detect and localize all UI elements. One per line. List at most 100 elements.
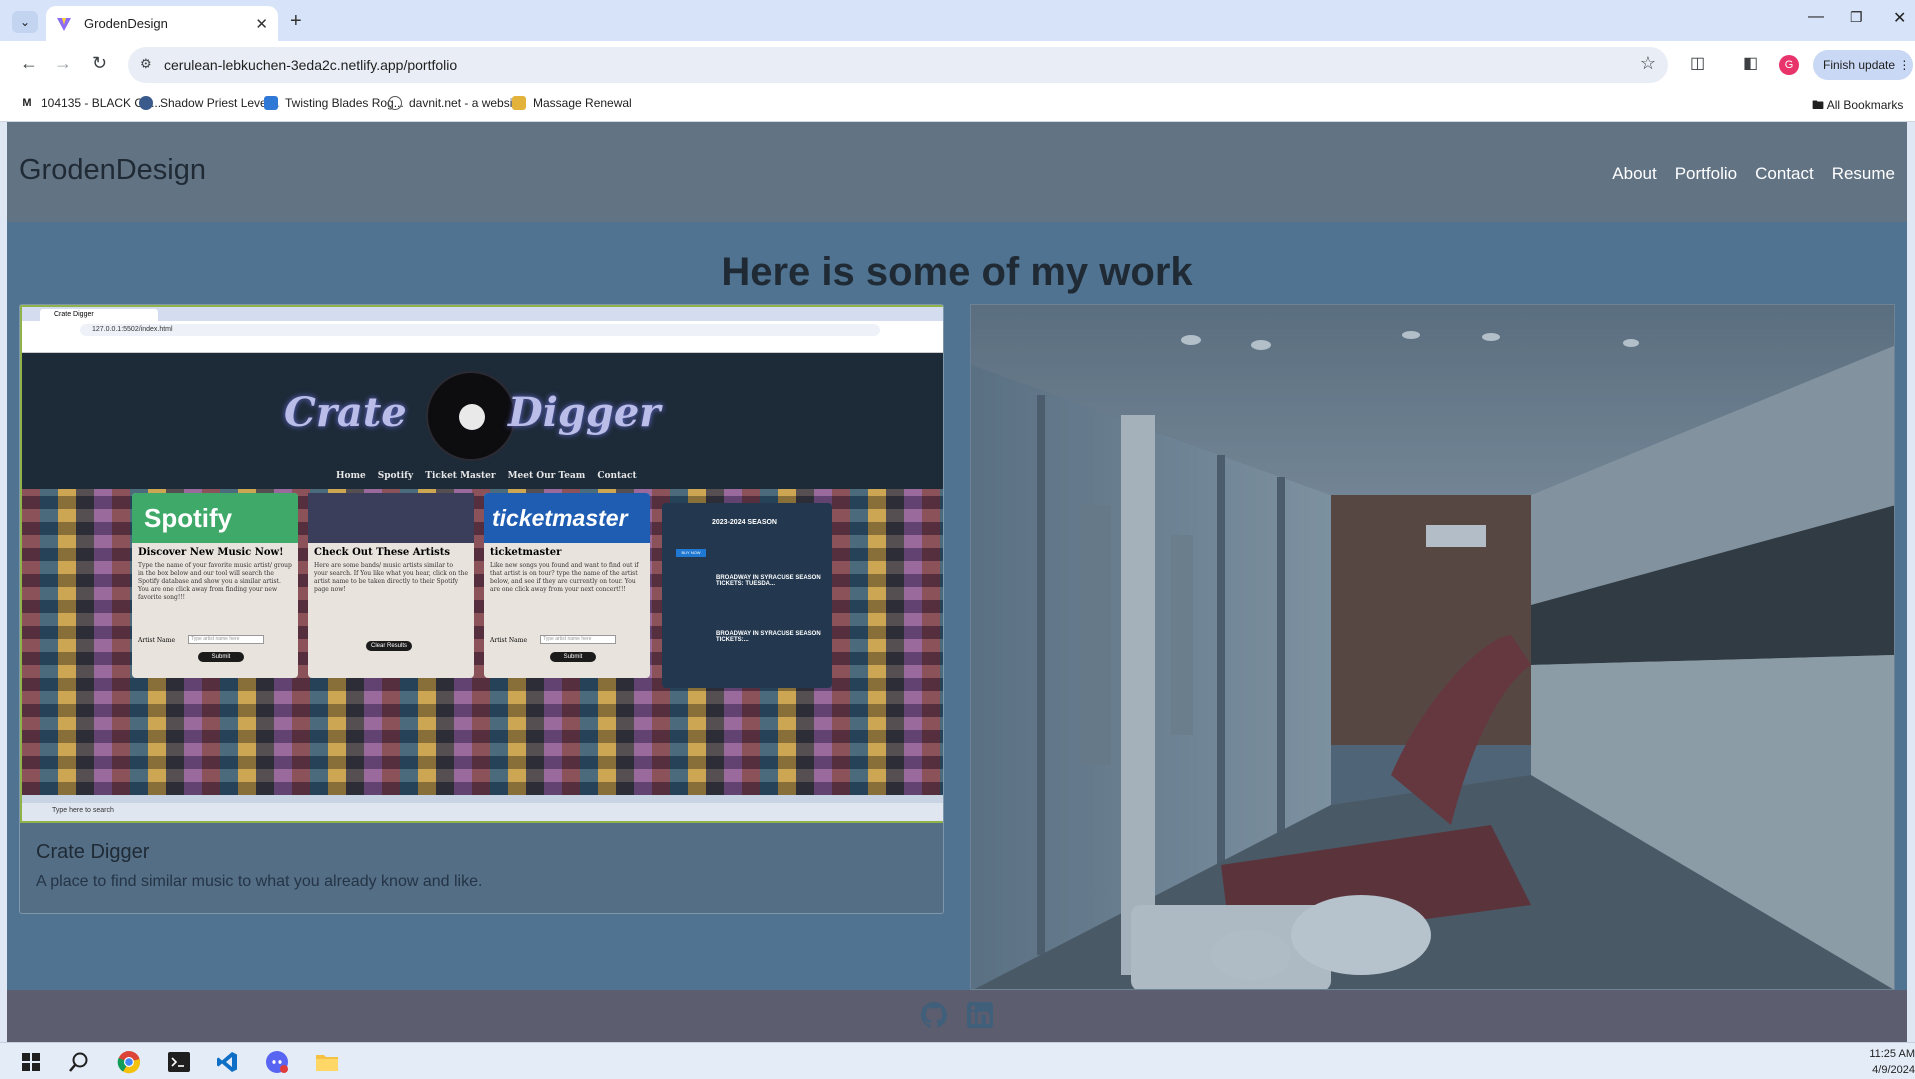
site-brand[interactable]: GrodenDesign xyxy=(19,154,206,187)
mini-nav-item: Ticket Master xyxy=(425,471,496,481)
mini-nav-item: Home xyxy=(336,471,366,481)
portfolio-page: GrodenDesign About Portfolio Contact Res… xyxy=(7,122,1907,1042)
globe-icon xyxy=(388,96,402,110)
panel-button: Submit xyxy=(198,652,244,662)
site-nav: About Portfolio Contact Resume xyxy=(1612,164,1895,184)
wowhead-icon xyxy=(139,96,153,110)
site-footer xyxy=(7,990,1907,1042)
windows-taskbar: 11:25 AM 4/9/2024 xyxy=(0,1042,1915,1079)
bookmark-item[interactable]: Massage Renewal xyxy=(512,96,632,110)
bookmark-item[interactable]: Shadow Priest Level... xyxy=(139,96,279,110)
project-card[interactable]: Crate Digger 127.0.0.1:5502/index.html C… xyxy=(19,304,944,914)
nav-resume[interactable]: Resume xyxy=(1832,164,1895,184)
mini-url: 127.0.0.1:5502/index.html xyxy=(80,324,880,336)
terminal-icon[interactable] xyxy=(166,1049,192,1075)
page-heading: Here is some of my work xyxy=(721,250,1193,294)
project-screenshot[interactable]: Crate Digger 127.0.0.1:5502/index.html C… xyxy=(20,305,943,823)
github-icon[interactable] xyxy=(921,1002,947,1028)
social-links xyxy=(921,1002,993,1028)
crate-digger-header: Crate Digger Home Spotify Ticket Master … xyxy=(22,353,943,489)
mini-tab-strip: Crate Digger xyxy=(22,307,943,321)
browser-tab-strip: ⌄ GrodenDesign ✕ + — ❐ ✕ xyxy=(0,0,1915,41)
browser-tab[interactable]: GrodenDesign ✕ xyxy=(46,6,278,41)
search-icon[interactable] xyxy=(66,1049,92,1075)
bookmark-item[interactable]: Twisting Blades Rog... xyxy=(264,96,404,110)
bookmark-star-icon[interactable]: ☆ xyxy=(1640,53,1656,74)
chrome-icon[interactable] xyxy=(116,1049,142,1075)
profile-avatar[interactable]: G xyxy=(1779,55,1799,75)
icy-veins-icon xyxy=(264,96,278,110)
massage-renewal-icon xyxy=(512,96,526,110)
extensions-icon[interactable]: ◫ xyxy=(1690,53,1705,73)
mini-toolbar: 127.0.0.1:5502/index.html xyxy=(22,321,943,339)
mini-tab: Crate Digger xyxy=(40,309,158,321)
tab-close-icon[interactable]: ✕ xyxy=(255,15,268,33)
bookmark-label: Shadow Priest Level... xyxy=(160,96,280,110)
panel-banner xyxy=(308,493,474,543)
back-icon[interactable]: ← xyxy=(20,53,38,74)
system-clock[interactable]: 11:25 AM 4/9/2024 xyxy=(1869,1046,1915,1078)
mini-nav-item: Spotify xyxy=(377,471,414,481)
panel-button: Submit xyxy=(550,652,596,662)
side-panel-icon[interactable]: ◧ xyxy=(1743,53,1758,73)
panel-title: Check Out These Artists xyxy=(314,547,451,558)
mini-taskbar: Type here to search xyxy=(22,803,943,821)
linkedin-icon[interactable] xyxy=(967,1002,993,1028)
restore-icon[interactable]: ❐ xyxy=(1850,9,1863,26)
bookmark-item[interactable]: davnit.net - a website xyxy=(388,96,522,110)
close-window-icon[interactable]: ✕ xyxy=(1893,8,1906,28)
panel-title: Discover New Music Now! xyxy=(138,547,284,558)
address-bar[interactable]: ⚙ cerulean-lebkuchen-3eda2c.netlify.app/… xyxy=(128,47,1668,83)
site-info-icon[interactable]: ⚙ xyxy=(140,56,152,72)
url-text: cerulean-lebkuchen-3eda2c.netlify.app/po… xyxy=(164,57,458,73)
spotify-logo: Spotify xyxy=(132,493,298,543)
file-explorer-icon[interactable] xyxy=(314,1049,340,1075)
minimize-icon[interactable]: — xyxy=(1808,8,1824,26)
clock-time: 11:25 AM xyxy=(1869,1048,1915,1060)
panel-title: ticketmaster xyxy=(490,547,562,558)
buy-now-button: BUY NOW xyxy=(676,549,706,557)
discord-icon[interactable] xyxy=(264,1049,290,1075)
event-title: BROADWAY IN SYRACUSE SEASON TICKETS:... xyxy=(716,631,821,643)
nav-about[interactable]: About xyxy=(1612,164,1656,184)
mini-nav: Home Spotify Ticket Master Meet Our Team… xyxy=(336,471,637,481)
vite-favicon-icon xyxy=(57,17,71,31)
bookmark-label: Massage Renewal xyxy=(533,96,632,110)
tab-title: GrodenDesign xyxy=(84,16,168,31)
mini-nav-item: Meet Our Team xyxy=(507,471,586,481)
panel-text: Like new songs you found and want to fin… xyxy=(490,562,639,593)
mini-nav-item: Contact xyxy=(597,471,637,481)
bookmark-label: Twisting Blades Rog... xyxy=(285,96,404,110)
project-title: Crate Digger xyxy=(36,841,150,863)
project-photo-dental-office[interactable] xyxy=(970,304,1895,990)
gmail-icon: M xyxy=(22,97,32,109)
panel-text: Here are some bands/ music artists simil… xyxy=(314,562,469,593)
folder-icon: 🖿 xyxy=(1812,98,1825,112)
new-tab-icon[interactable]: + xyxy=(290,10,302,33)
all-bookmarks-label: All Bookmarks xyxy=(1826,98,1904,112)
finish-update-label: Finish update xyxy=(1823,58,1896,72)
finish-update-button[interactable]: Finish update ⋮ xyxy=(1813,50,1913,80)
reload-icon[interactable]: ↻ xyxy=(92,53,107,74)
chevron-down-icon: ⌄ xyxy=(19,15,31,29)
all-bookmarks-button[interactable]: 🖿 All Bookmarks xyxy=(1812,96,1903,117)
forward-icon[interactable]: → xyxy=(54,53,72,74)
panel-input: Type artist name here xyxy=(188,635,264,644)
ticketmaster-panel: ticketmaster ticketmaster Like new songs… xyxy=(484,493,650,678)
dental-office-image xyxy=(971,305,1894,989)
panel-field-label: Artist Name xyxy=(138,637,175,644)
event-title: BROADWAY IN SYRACUSE SEASON TICKETS: TUE… xyxy=(716,575,821,587)
bookmarks-bar: M 104135 - BLACK CA... Shadow Priest Lev… xyxy=(0,88,1915,122)
nav-contact[interactable]: Contact xyxy=(1755,164,1814,184)
panel-input: Type artist name here xyxy=(540,635,616,644)
panel-text: Type the name of your favorite music art… xyxy=(138,562,292,601)
windows-start-icon[interactable] xyxy=(18,1049,44,1075)
tab-search-button[interactable]: ⌄ xyxy=(12,11,38,33)
ticketmaster-logo: ticketmaster xyxy=(484,493,650,543)
mini-taskbar-search: Type here to search xyxy=(52,807,114,814)
clock-date: 4/9/2024 xyxy=(1872,1064,1915,1076)
vscode-icon[interactable] xyxy=(214,1049,240,1075)
nav-portfolio[interactable]: Portfolio xyxy=(1675,164,1737,184)
mini-bookmarks xyxy=(22,339,943,353)
project-description: A place to find similar music to what yo… xyxy=(36,873,483,890)
